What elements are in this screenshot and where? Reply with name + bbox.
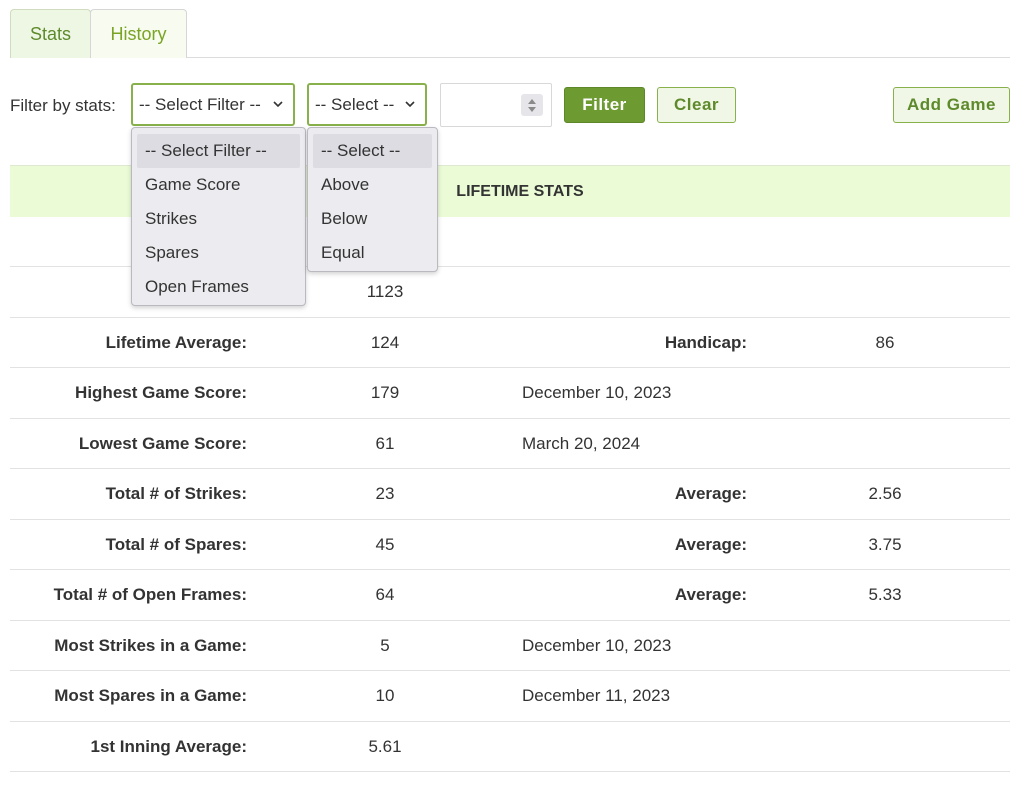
stat-value: 10 bbox=[375, 686, 395, 705]
table-row: Most Spares in a Game: 10 December 11, 2… bbox=[10, 671, 1010, 722]
stat-label-secondary: Average: bbox=[674, 585, 747, 604]
stat-value: 64 bbox=[375, 585, 395, 604]
add-game-button[interactable]: Add Game bbox=[893, 87, 1010, 123]
filter-value-input[interactable] bbox=[440, 83, 552, 127]
stat-label-secondary: Average: bbox=[674, 534, 747, 554]
stat-value-secondary: 86 bbox=[875, 332, 895, 352]
stat-value-secondary: 5.33 bbox=[868, 585, 902, 604]
table-row: Total # of Strikes: 23 Average: 2.56 bbox=[10, 469, 1010, 520]
stat-filter-select-value: -- Select Filter -- bbox=[139, 94, 261, 114]
operator-option[interactable]: -- Select -- bbox=[313, 134, 432, 168]
operator-select[interactable]: -- Select -- bbox=[307, 83, 427, 126]
stat-filter-option[interactable]: Spares bbox=[132, 236, 305, 270]
chevron-down-icon bbox=[273, 101, 283, 108]
stat-value: 61 bbox=[375, 433, 395, 453]
stat-filter-option[interactable]: Open Frames bbox=[132, 270, 305, 304]
table-row: Most Strikes in a Game: 5 December 10, 2… bbox=[10, 621, 1010, 671]
stat-label-secondary: Handicap: bbox=[664, 332, 747, 352]
stat-value: 5.61 bbox=[368, 736, 402, 756]
stat-filter-dropdown: -- Select Filter -- Game Score Strikes S… bbox=[131, 127, 306, 306]
stat-value: 1123 bbox=[366, 282, 404, 301]
operator-option[interactable]: Equal bbox=[308, 236, 437, 270]
table-row: 1st Inning Average: 5.61 bbox=[10, 722, 1010, 772]
operator-option[interactable]: Above bbox=[308, 168, 437, 202]
stat-date: December 11, 2023 bbox=[522, 686, 671, 705]
stat-date: December 10, 2023 bbox=[522, 635, 672, 655]
stat-filter-option[interactable]: -- Select Filter -- bbox=[137, 134, 300, 168]
stat-value: 45 bbox=[375, 534, 395, 554]
stat-label: Lowest Game Score: bbox=[78, 433, 247, 453]
stat-filter-option[interactable]: Game Score bbox=[132, 168, 305, 202]
stat-label: Most Spares in a Game: bbox=[54, 686, 247, 705]
stat-value: 179 bbox=[370, 383, 400, 402]
stat-label: Most Strikes in a Game: bbox=[54, 635, 247, 655]
stat-label: Lifetime Average: bbox=[105, 332, 247, 352]
stat-label-secondary: Average: bbox=[674, 484, 747, 503]
stat-label: Total # of Strikes: bbox=[105, 484, 247, 503]
stat-label: Highest Game Score: bbox=[75, 383, 247, 402]
clear-button[interactable]: Clear bbox=[657, 87, 736, 123]
table-row: Total # of Open Frames: 64 Average: 5.33 bbox=[10, 570, 1010, 621]
operator-option[interactable]: Below bbox=[308, 202, 437, 236]
stepper-up-icon bbox=[528, 98, 536, 104]
stat-label: 1st Inning Average: bbox=[90, 736, 248, 756]
filter-label: Filter by stats: bbox=[10, 96, 116, 115]
stepper-down-icon bbox=[528, 106, 536, 112]
stat-value: 124 bbox=[370, 332, 400, 352]
table-row: Lowest Game Score: 61 March 20, 2024 bbox=[10, 419, 1010, 469]
tab-bar: Stats History bbox=[10, 9, 1010, 58]
stat-date: March 20, 2024 bbox=[522, 433, 641, 453]
tab-history[interactable]: History bbox=[90, 9, 187, 58]
stat-filter-option[interactable]: Strikes bbox=[132, 202, 305, 236]
stat-label: Total # of Spares: bbox=[105, 534, 247, 554]
stat-label: Total # of Open Frames: bbox=[53, 585, 247, 604]
tab-stats[interactable]: Stats bbox=[10, 9, 91, 58]
operator-dropdown: -- Select -- Above Below Equal bbox=[307, 127, 438, 272]
table-row: Highest Game Score: 179 December 10, 202… bbox=[10, 368, 1010, 419]
section-title: LIFETIME STATS bbox=[456, 182, 584, 200]
table-row: Total # of Spares: 45 Average: 3.75 bbox=[10, 520, 1010, 570]
stat-value: 23 bbox=[375, 484, 395, 503]
stat-value: 5 bbox=[380, 635, 390, 655]
number-stepper[interactable] bbox=[521, 94, 543, 116]
stat-date: December 10, 2023 bbox=[522, 383, 672, 402]
chevron-down-icon bbox=[405, 101, 415, 108]
stat-value-secondary: 2.56 bbox=[868, 484, 902, 503]
operator-select-value: -- Select -- bbox=[315, 94, 395, 114]
filter-button[interactable]: Filter bbox=[564, 87, 645, 123]
stat-filter-select[interactable]: -- Select Filter -- bbox=[131, 83, 295, 126]
table-row: Lifetime Average: 124 Handicap: 86 bbox=[10, 318, 1010, 368]
stat-value-secondary: 3.75 bbox=[868, 534, 902, 554]
